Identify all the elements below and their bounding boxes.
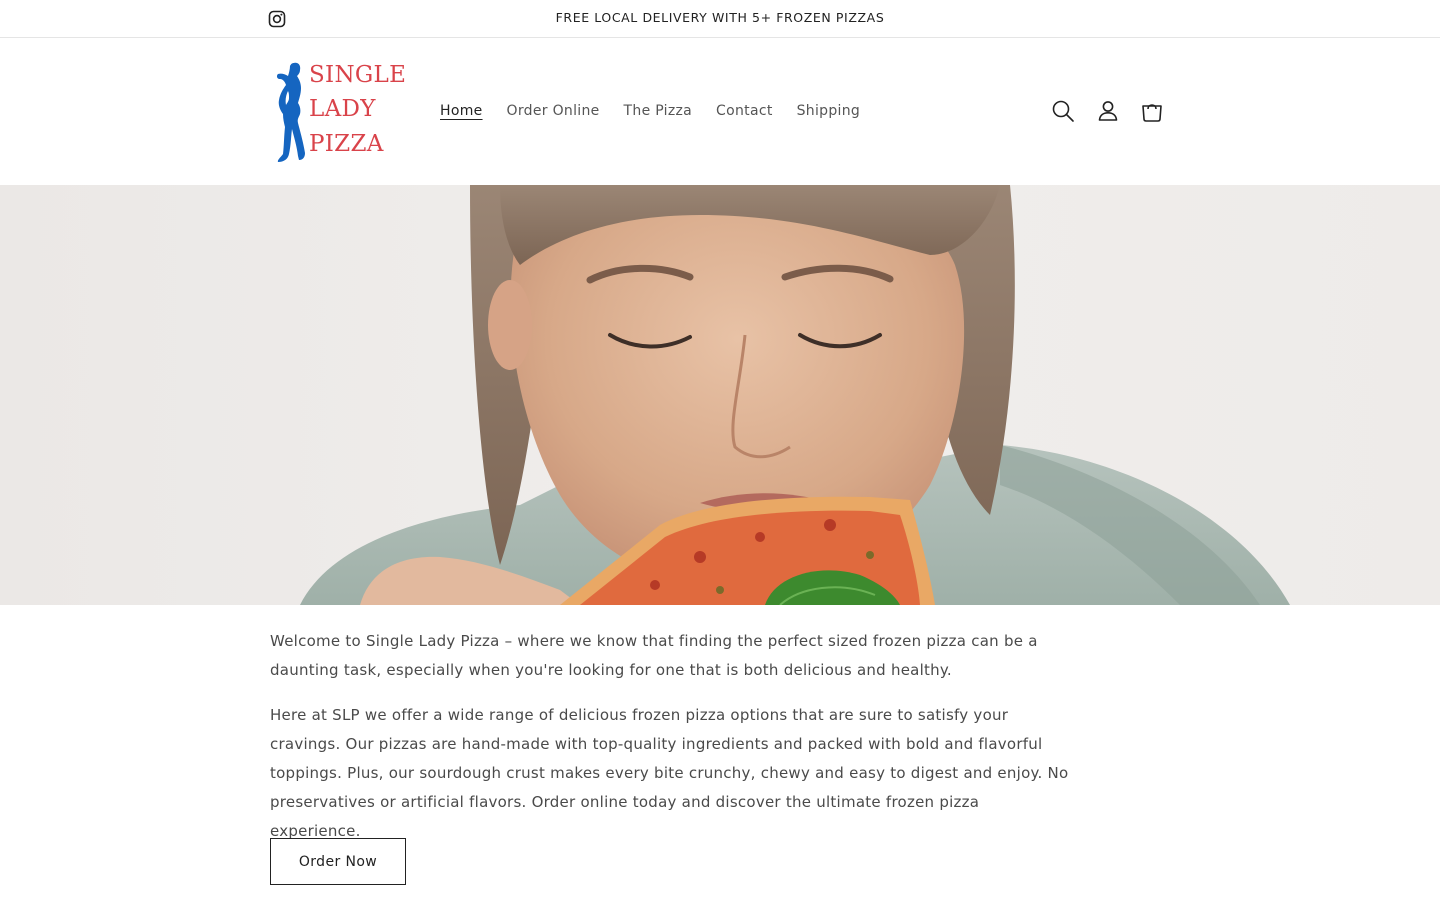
logo-text-lady: LADY (309, 96, 376, 122)
logo-text-single: SINGLE (309, 62, 407, 88)
site-logo[interactable]: SINGLE LADY PIZZA (270, 61, 406, 163)
nav-the-pizza[interactable]: The Pizza (624, 101, 693, 121)
nav-order-online[interactable]: Order Online (507, 101, 600, 121)
site-header: SINGLE LADY PIZZA Home Order Online The … (0, 39, 1440, 184)
intro-paragraph: Welcome to Single Lady Pizza – where we … (270, 632, 1038, 679)
announcement-bar: FREE LOCAL DELIVERY WITH 5+ FROZEN PIZZA… (0, 0, 1440, 38)
announcement-text: FREE LOCAL DELIVERY WITH 5+ FROZEN PIZZA… (555, 10, 885, 25)
cart-icon (1142, 104, 1162, 122)
cart-button[interactable] (1139, 98, 1165, 124)
nav-contact[interactable]: Contact (716, 101, 773, 121)
nav-home[interactable]: Home (440, 101, 483, 121)
order-now-button[interactable]: Order Now (270, 838, 406, 885)
header-icons (1050, 98, 1170, 124)
hero-banner (0, 185, 1440, 605)
search-icon (1052, 100, 1074, 122)
description-paragraph: Here at SLP we offer a wide range of del… (270, 706, 1069, 840)
logo-text-pizza: PIZZA (309, 131, 384, 157)
lady-silhouette-icon (276, 62, 305, 163)
main-nav: Home Order Online The Pizza Contact Ship… (440, 101, 884, 121)
account-button[interactable] (1095, 98, 1121, 124)
hero-photo-woman-eating-pizza (0, 185, 1440, 605)
account-icon (1098, 101, 1118, 121)
main-content: Welcome to Single Lady Pizza – where we … (270, 627, 1070, 862)
search-button[interactable] (1050, 98, 1076, 124)
nav-shipping[interactable]: Shipping (797, 101, 860, 121)
